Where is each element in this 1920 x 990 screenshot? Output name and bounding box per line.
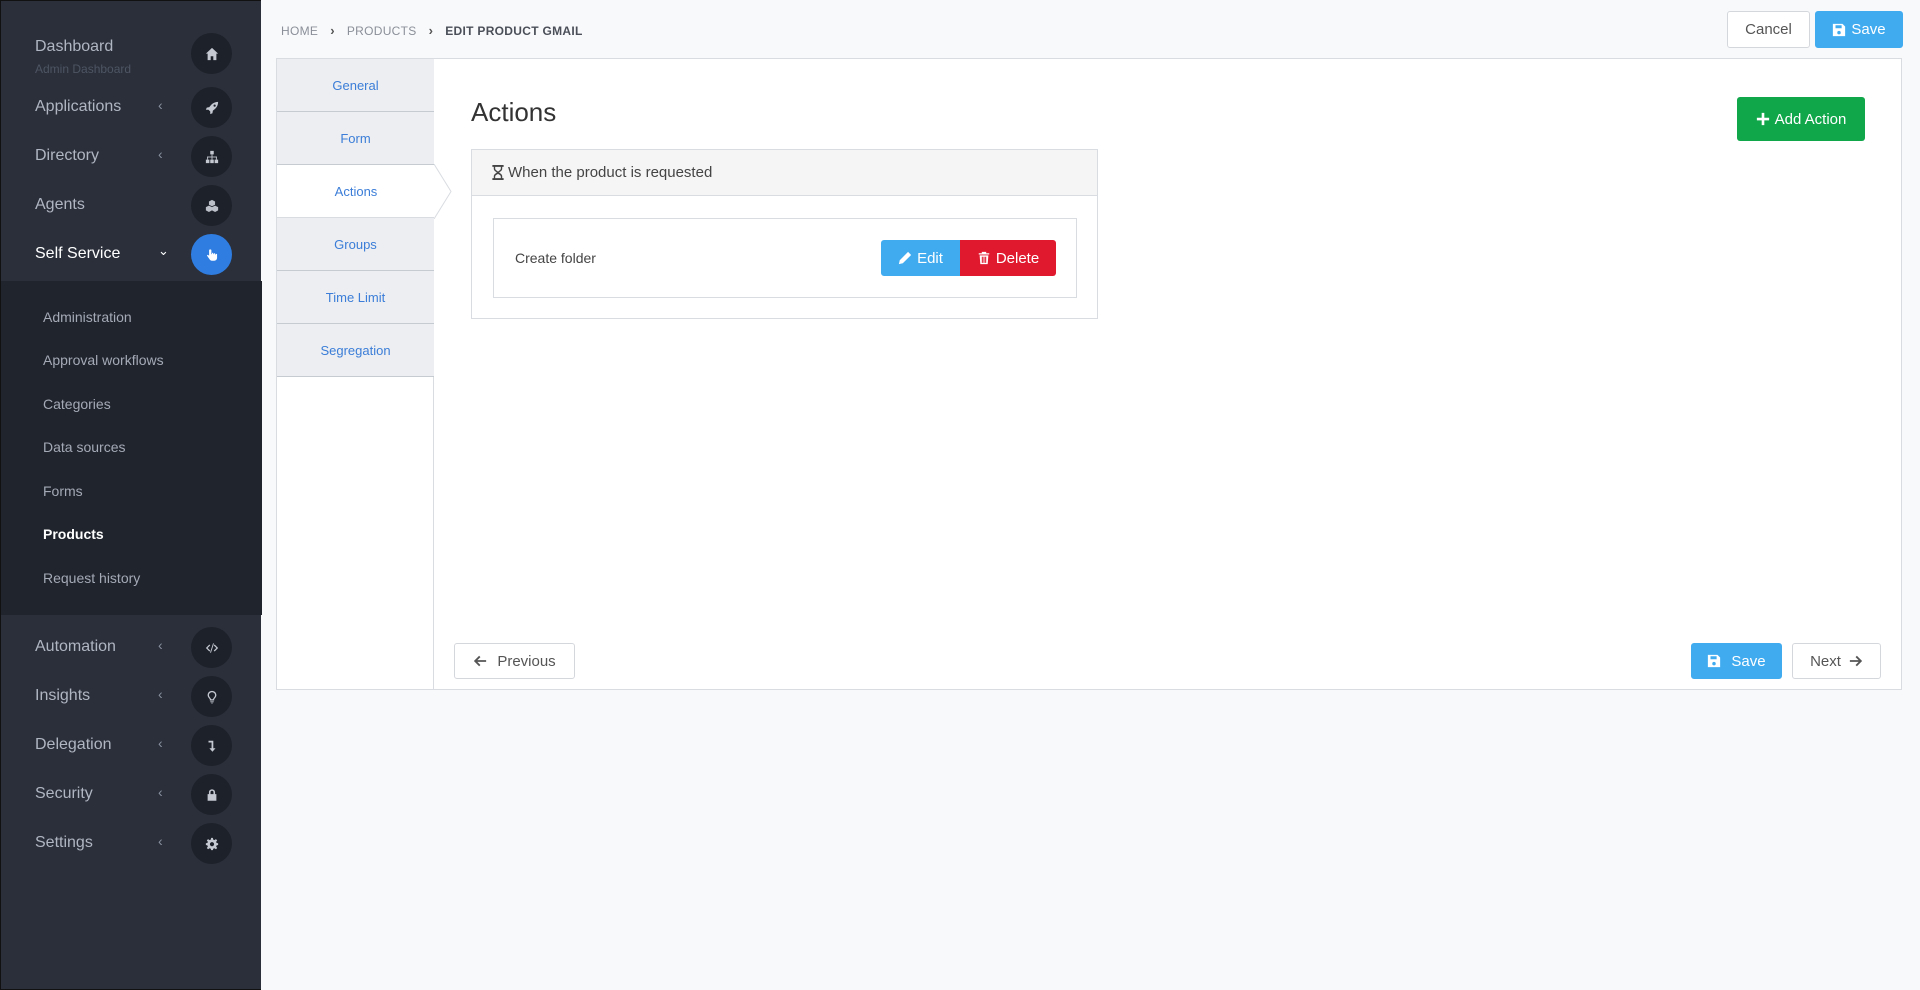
cancel-button-label: Cancel <box>1745 21 1792 38</box>
header-save-label: Save <box>1851 21 1886 38</box>
arrow-right-icon <box>1849 655 1863 667</box>
nav-applications[interactable]: Applications ‹ <box>1 83 262 131</box>
floppy-disk-icon <box>1833 23 1846 36</box>
vertical-tabs: General Form Actions Groups Time Limit S… <box>277 59 452 689</box>
tab-actions[interactable]: Actions <box>277 164 452 219</box>
tab-segregation[interactable]: Segregation <box>277 324 434 377</box>
breadcrumb-current: EDIT PRODUCT GMAIL <box>445 23 583 38</box>
trash-icon <box>978 251 990 265</box>
nav-directory-label: Directory <box>35 147 100 164</box>
nav-directory[interactable]: Directory ‹ <box>1 132 262 180</box>
submenu-data-sources[interactable]: Data sources <box>43 439 125 455</box>
cancel-button[interactable]: Cancel <box>1727 11 1810 48</box>
previous-button[interactable]: Previous <box>454 643 575 679</box>
chevron-left-icon: ‹ <box>158 833 163 849</box>
delete-action-label: Delete <box>995 249 1040 267</box>
nav-automation[interactable]: Automation ‹ <box>1 623 262 671</box>
nav-self-service[interactable]: Self Service ⌄ <box>1 230 262 278</box>
content-panel: General Form Actions Groups Time Limit S… <box>276 58 1902 690</box>
hand-pointer-icon <box>191 234 232 275</box>
lightbulb-icon <box>191 676 232 717</box>
action-row: Create folder Edit Delete <box>493 218 1077 298</box>
next-label: Next <box>1810 652 1841 670</box>
nav-agents[interactable]: Agents <box>1 181 262 229</box>
trigger-card: When the product is requested Create fol… <box>471 149 1098 319</box>
nav-agents-label: Agents <box>35 196 85 213</box>
chevron-right-icon: › <box>428 23 434 38</box>
arrow-left-icon <box>474 655 487 667</box>
pencil-icon <box>898 251 912 265</box>
nav-settings[interactable]: Settings ‹ <box>1 819 262 867</box>
lock-icon <box>191 774 232 815</box>
plus-icon <box>1756 112 1769 126</box>
nav-delegation[interactable]: Delegation ‹ <box>1 721 262 769</box>
gear-icon <box>191 823 232 864</box>
tab-actions-label: Actions <box>334 183 378 199</box>
tab-general[interactable]: General <box>277 59 434 112</box>
sitemap-icon <box>191 136 232 177</box>
submenu-categories[interactable]: Categories <box>43 396 111 412</box>
nav-settings-label: Settings <box>35 834 93 851</box>
page-title: Actions <box>471 97 557 127</box>
chevron-right-icon: › <box>330 23 335 38</box>
breadcrumb-home[interactable]: HOME <box>281 24 318 38</box>
nav-dashboard[interactable]: Dashboard Admin Dashboard <box>1 29 262 85</box>
nav-insights[interactable]: Insights ‹ <box>1 672 262 720</box>
cubes-icon <box>191 185 232 226</box>
chevron-left-icon: ‹ <box>158 735 163 751</box>
nav-self-service-label: Self Service <box>35 245 121 262</box>
previous-label: Previous <box>497 652 556 670</box>
add-action-label: Add Action <box>1774 110 1847 128</box>
chevron-left-icon: ‹ <box>158 637 163 653</box>
tab-time-limit[interactable]: Time Limit <box>277 271 434 324</box>
add-action-button[interactable]: Add Action <box>1737 97 1865 141</box>
footer-save-button[interactable]: Save <box>1691 643 1782 679</box>
nav-insights-label: Insights <box>35 687 91 704</box>
trigger-card-header: When the product is requested <box>472 150 1097 196</box>
home-icon <box>191 33 232 74</box>
submenu-administration[interactable]: Administration <box>43 309 132 325</box>
self-service-submenu: Administration Approval workflows Catego… <box>1 281 262 615</box>
nav-delegation-label: Delegation <box>35 736 112 753</box>
chevron-left-icon: ‹ <box>158 146 163 162</box>
code-icon <box>191 627 232 668</box>
chevron-left-icon: ‹ <box>158 784 163 800</box>
nav-applications-label: Applications <box>35 98 122 115</box>
submenu-request-history[interactable]: Request history <box>43 570 140 586</box>
breadcrumb: HOME › PRODUCTS › EDIT PRODUCT GMAIL <box>281 23 583 38</box>
tab-groups[interactable]: Groups <box>277 218 434 271</box>
chevron-left-icon: ‹ <box>158 97 163 113</box>
hourglass-icon <box>492 165 504 180</box>
trigger-label: When the product is requested <box>508 164 713 181</box>
delete-action-button[interactable]: Delete <box>960 240 1056 276</box>
level-down-icon <box>191 725 232 766</box>
nav-dashboard-sublabel: Admin Dashboard <box>35 62 132 76</box>
chevron-left-icon: ‹ <box>158 686 163 702</box>
nav-automation-label: Automation <box>35 638 116 655</box>
sidebar: Dashboard Admin Dashboard Applications ‹… <box>0 0 262 990</box>
chevron-down-icon: ⌄ <box>158 243 169 258</box>
nav-security[interactable]: Security ‹ <box>1 770 262 818</box>
submenu-forms[interactable]: Forms <box>43 483 83 499</box>
edit-action-label: Edit <box>917 249 943 267</box>
nav-dashboard-label: Dashboard <box>35 38 114 55</box>
breadcrumb-products[interactable]: PRODUCTS <box>347 24 417 38</box>
edit-action-button[interactable]: Edit <box>881 240 960 276</box>
next-button[interactable]: Next <box>1792 643 1881 679</box>
submenu-products[interactable]: Products <box>43 526 104 542</box>
submenu-approval-workflows[interactable]: Approval workflows <box>43 352 164 368</box>
tab-pointer <box>434 164 452 219</box>
nav-security-label: Security <box>35 785 93 802</box>
tab-form[interactable]: Form <box>277 112 434 165</box>
floppy-disk-icon <box>1708 654 1721 668</box>
header-save-button[interactable]: Save <box>1815 11 1903 48</box>
rocket-icon <box>191 87 232 128</box>
action-name: Create folder <box>515 250 596 266</box>
footer-save-label: Save <box>1731 652 1766 670</box>
